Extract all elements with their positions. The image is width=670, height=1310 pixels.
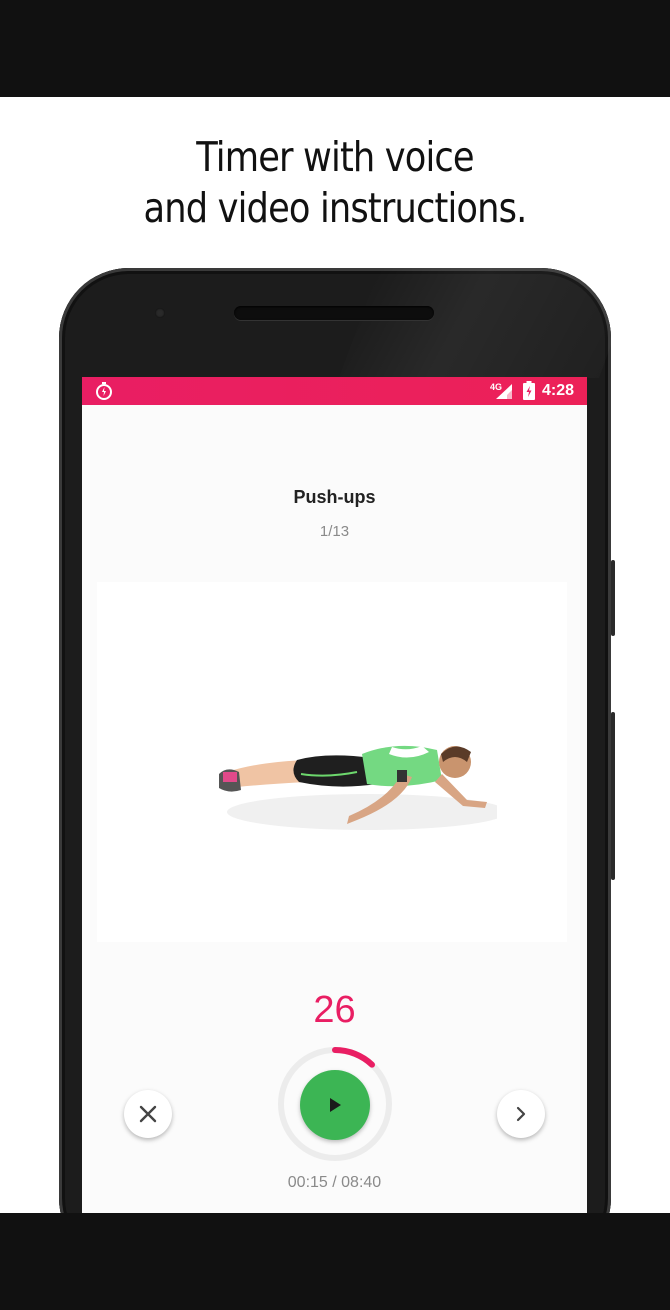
- battery-icon: [523, 381, 535, 400]
- promo-line-1: Timer with voice: [196, 133, 474, 181]
- exercise-title: Push-ups: [293, 487, 376, 507]
- front-camera: [155, 308, 165, 318]
- status-clock: 4:28: [542, 382, 575, 399]
- exercise-video[interactable]: [97, 582, 567, 942]
- network-type: 4G: [490, 382, 502, 392]
- close-button[interactable]: [124, 1090, 172, 1138]
- next-exercise-button[interactable]: [497, 1090, 545, 1138]
- play-button[interactable]: [300, 1070, 370, 1140]
- elapsed-time: 00:15 / 08:40: [287, 1174, 382, 1191]
- volume-button: [611, 712, 615, 880]
- power-button: [611, 560, 615, 636]
- promo-headline: Timer with voice and video instructions.: [47, 132, 623, 234]
- play-icon: [330, 1098, 341, 1112]
- app-screen: 4G 4:28 Push-ups 1/13 26 00:15 / 08:40: [82, 377, 587, 1213]
- close-icon: [139, 1105, 157, 1123]
- chevron-right-icon: [516, 1106, 526, 1122]
- stopwatch-icon: [96, 382, 112, 400]
- status-bar: 4G 4:28: [82, 377, 587, 405]
- exercise-position: 1/13: [319, 523, 350, 540]
- promo-line-2: and video instructions.: [143, 184, 528, 232]
- top-letterbox: [0, 0, 670, 97]
- seconds-remaining: 26: [313, 989, 356, 1031]
- bottom-letterbox: [0, 1213, 670, 1310]
- earpiece-speaker: [234, 306, 434, 320]
- push-up-figure: [219, 745, 497, 830]
- signal-icon: 4G: [490, 382, 512, 399]
